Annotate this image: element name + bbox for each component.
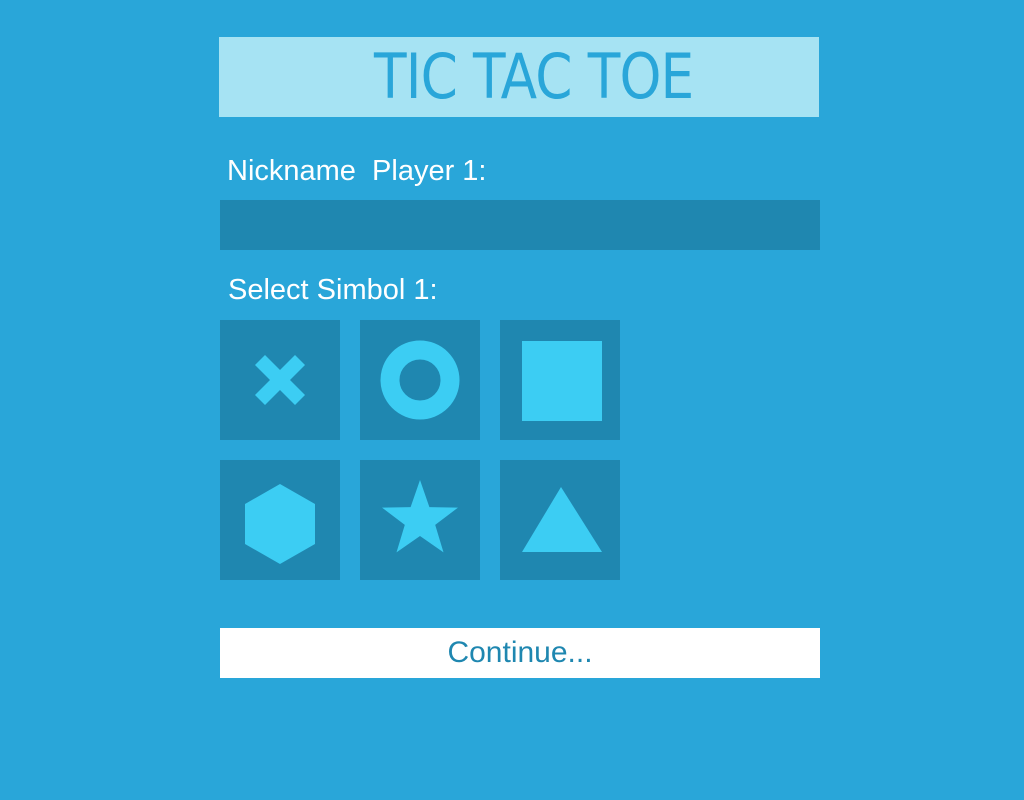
symbol-option-square[interactable] [500, 320, 620, 440]
continue-button[interactable]: Continue... [220, 628, 820, 678]
square-icon [522, 341, 602, 421]
hexagon-icon [245, 484, 315, 564]
symbol-option-triangle[interactable] [500, 460, 620, 580]
symbol-option-x[interactable] [220, 320, 340, 440]
symbol-option-circle[interactable] [360, 320, 480, 440]
star-icon [382, 480, 458, 553]
game-title: TIC TAC TOE [374, 40, 694, 113]
x-icon [255, 355, 305, 405]
symbol-option-star[interactable] [360, 460, 480, 580]
nickname-label: Nickname Player 1: [227, 155, 487, 187]
title-banner: TIC TAC TOE [219, 37, 819, 117]
triangle-icon [522, 487, 602, 552]
nickname-input[interactable] [220, 200, 820, 250]
symbol-option-hexagon[interactable] [220, 460, 340, 580]
symbol-label: Select Simbol 1: [228, 274, 438, 306]
circle-icon [380, 340, 460, 420]
